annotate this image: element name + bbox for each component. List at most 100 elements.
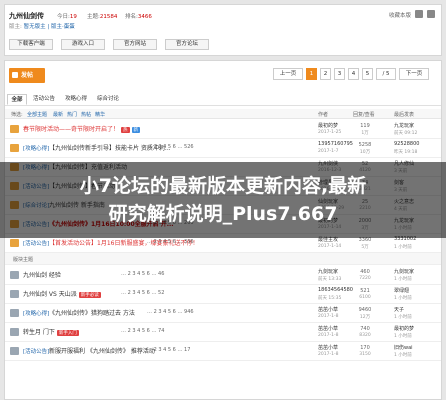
- thread-author[interactable]: 13957160795: [318, 141, 353, 147]
- thread-author[interactable]: 茁茁小草: [318, 344, 338, 351]
- thread-title-link[interactable]: 转生月 门下 新手入门: [23, 327, 79, 336]
- thread-reply-count: 170: [360, 345, 370, 351]
- thread-author[interactable]: 九剑玩家: [318, 268, 338, 275]
- author-column-header[interactable]: 作者: [318, 111, 328, 118]
- filter-hot[interactable]: 热门: [67, 111, 77, 118]
- replies-column-header[interactable]: 回复/查看: [353, 111, 375, 118]
- forum-info-panel: 九州仙剑传 今日:19 主题:21584 排名:3466 版主: 暂无版主 | …: [4, 4, 442, 56]
- page-button-3[interactable]: 3: [334, 68, 345, 80]
- thread-badge: 新手入门: [56, 329, 79, 336]
- thread-reply-count: 521: [360, 288, 370, 294]
- thread-view-count: 8320: [359, 333, 371, 338]
- thread-view-count: 12万: [359, 315, 371, 320]
- thread-page-links[interactable]: … 2 3 4 5 6 … 52: [121, 290, 164, 296]
- thread-view-count: 1万: [361, 131, 369, 136]
- tab-discussion[interactable]: 综合讨论: [93, 94, 123, 105]
- thread-last-date: 1 小时前: [394, 353, 412, 358]
- official-site-button[interactable]: 官方网站: [113, 39, 157, 50]
- thread-last-date: 1 小时前: [394, 296, 412, 301]
- thread-page-links[interactable]: … 2 3 4 5 6 … 17: [147, 347, 190, 353]
- filter-hot-thread[interactable]: 热帖: [81, 111, 91, 118]
- thread-row[interactable]: [活动公告] 新服开服福利 《九州仙剑传》 推荐活动… 2 3 4 5 6 … 1…: [5, 342, 441, 361]
- thread-reply-count: 119: [360, 123, 370, 129]
- thread-page-links[interactable]: … 2 3 4 5 6 … 526: [147, 144, 194, 150]
- filter-latest[interactable]: 最新: [53, 111, 63, 118]
- thread-last-date: 1 小时前: [394, 245, 412, 250]
- thread-reply-count: 460: [360, 269, 370, 275]
- thread-folder-icon: [10, 328, 19, 336]
- thread-category-tag[interactable]: [攻略心得]: [23, 144, 49, 152]
- overlay-title-line-1: 小7论坛的最新版本更新内容,最新: [79, 175, 367, 197]
- thread-last-poster[interactable]: 天子: [394, 306, 404, 313]
- thread-last-date: 1 小时前: [394, 315, 412, 320]
- topics-label: 主题:: [87, 14, 100, 20]
- pencil-icon: [12, 72, 18, 78]
- next-page-button[interactable]: 下一页: [399, 68, 429, 80]
- game-entry-button[interactable]: 游戏入口: [61, 39, 105, 50]
- rank-stat: 排名:3466: [125, 12, 152, 20]
- column-header: 筛选: 全部主题 最新 热门 热帖 精华 作者 回复/查看 最后发表: [5, 109, 441, 119]
- thread-last-poster[interactable]: 九剑玩家: [394, 268, 414, 275]
- thread-page-links[interactable]: … 2 3 4 5 6 … 74: [121, 328, 164, 334]
- thread-view-count: 5万: [361, 245, 369, 250]
- thread-category-tag[interactable]: [活动公告]: [23, 239, 49, 247]
- pinned-thread-row[interactable]: 春节限时活动——奇节限时开启了！热新 最初的梦 2017-1-25 119 1万 九龙玩家…: [5, 120, 441, 139]
- thread-post-date: 2017-1-8: [318, 333, 339, 338]
- thread-title-link[interactable]: 春节限时活动——奇节限时开启了！热新: [23, 124, 141, 133]
- thread-title-link[interactable]: 新服开服福利 《九州仙剑传》 推荐活动: [49, 346, 155, 355]
- rss-icon[interactable]: [415, 10, 423, 18]
- thread-badge: 热: [121, 126, 130, 133]
- thread-row[interactable]: 九州仙剑 VS 天山派 新手必读 … 2 3 4 5 6 … 52 186345645…: [5, 285, 441, 304]
- moderators-names[interactable]: 暂无版主 | 版主·蛋蛋: [24, 24, 75, 30]
- tab-announcements[interactable]: 活动公告: [29, 94, 59, 105]
- thread-title-link[interactable]: 《九州仙剑传》猎狗踏过去 方法: [49, 308, 135, 317]
- page-button-5[interactable]: 5: [362, 68, 373, 80]
- thread-author[interactable]: 最初的梦: [318, 122, 338, 129]
- prev-page-button[interactable]: 上一页: [273, 68, 303, 80]
- thread-category-tag[interactable]: [攻略心得]: [23, 309, 49, 317]
- thread-author[interactable]: 18634564580: [318, 287, 353, 293]
- thread-row[interactable]: 转生月 门下 新手入门 … 2 3 4 5 6 … 74 茁茁小草 2017-1-8 74…: [5, 323, 441, 342]
- thread-row[interactable]: 九州仙剑 经验 … 2 3 4 5 6 … 46 九剑玩家 前天 13:33 460 72…: [5, 266, 441, 285]
- thread-title-text: 《九州仙剑传》猎狗踏过去 方法: [49, 310, 135, 317]
- thread-row[interactable]: [攻略心得] 《九州仙剑传》猎狗踏过去 方法 … 2 3 4 5 6 … 946 茁茁…: [5, 304, 441, 323]
- page-button-2[interactable]: 2: [320, 68, 331, 80]
- thread-author[interactable]: 茁茁小草: [318, 306, 338, 313]
- official-forum-button[interactable]: 官方论坛: [165, 39, 209, 50]
- last-post-column-header[interactable]: 最后发表: [394, 111, 414, 118]
- thread-author[interactable]: 茁茁小草: [318, 325, 338, 332]
- thread-title-link[interactable]: 九州仙剑 经验: [23, 270, 61, 279]
- thread-page-links[interactable]: … 2 3 4 5 6 … 946: [147, 309, 194, 315]
- thread-last-poster[interactable]: 旧伤wai: [394, 344, 413, 351]
- thread-title-text: 转生月 门下: [23, 329, 55, 336]
- thread-last-poster[interactable]: 九龙玩家: [394, 122, 414, 129]
- page-button-1[interactable]: 1: [306, 68, 317, 80]
- section-divider-label: 版块主题: [13, 257, 34, 263]
- new-post-button[interactable]: 发帖: [9, 68, 45, 83]
- filter-all[interactable]: 全部主题: [27, 111, 47, 118]
- moderators-line: 版主: 暂无版主 | 版主·蛋蛋: [9, 22, 75, 30]
- filter-digest[interactable]: 精华: [95, 111, 105, 118]
- thread-title-text: 九州仙剑 经验: [23, 272, 61, 279]
- thread-last-poster[interactable]: 最初的梦: [394, 325, 414, 332]
- new-post-label: 发帖: [21, 72, 34, 79]
- page-jump-input[interactable]: / 5: [376, 68, 396, 80]
- thread-last-date: 1 小时前: [394, 277, 412, 282]
- thread-category-tag[interactable]: [活动公告]: [23, 347, 49, 355]
- forum-name[interactable]: 九州仙剑传: [9, 11, 44, 21]
- favorite-link[interactable]: 收藏本版: [389, 11, 411, 19]
- thread-title-link[interactable]: 九州仙剑 VS 天山派 新手必读: [23, 289, 101, 298]
- thread-page-links[interactable]: … 2 3 4 5 6 … 46: [121, 271, 164, 277]
- thread-post-date: 2017-1-8: [318, 352, 339, 357]
- tab-guides[interactable]: 攻略心得: [61, 94, 91, 105]
- pinned-thread-row[interactable]: [攻略心得] 【九州仙剑传新手引导】技能卡片 资质冲刺...… 2 3 4 5 6…: [5, 139, 441, 158]
- thread-badge: 新手必读: [78, 291, 101, 298]
- thread-view-count: 7220: [359, 276, 371, 281]
- page-button-4[interactable]: 4: [348, 68, 359, 80]
- thread-page-links[interactable]: … 2 3 4 5 6 … 336: [147, 239, 194, 245]
- thread-last-poster[interactable]: 92528800: [394, 141, 419, 147]
- share-icon[interactable]: [427, 10, 435, 18]
- thread-last-poster[interactable]: 翠绿翅: [394, 287, 409, 294]
- tab-all[interactable]: 全部: [7, 94, 27, 105]
- download-client-button[interactable]: 下载客户端: [9, 39, 53, 50]
